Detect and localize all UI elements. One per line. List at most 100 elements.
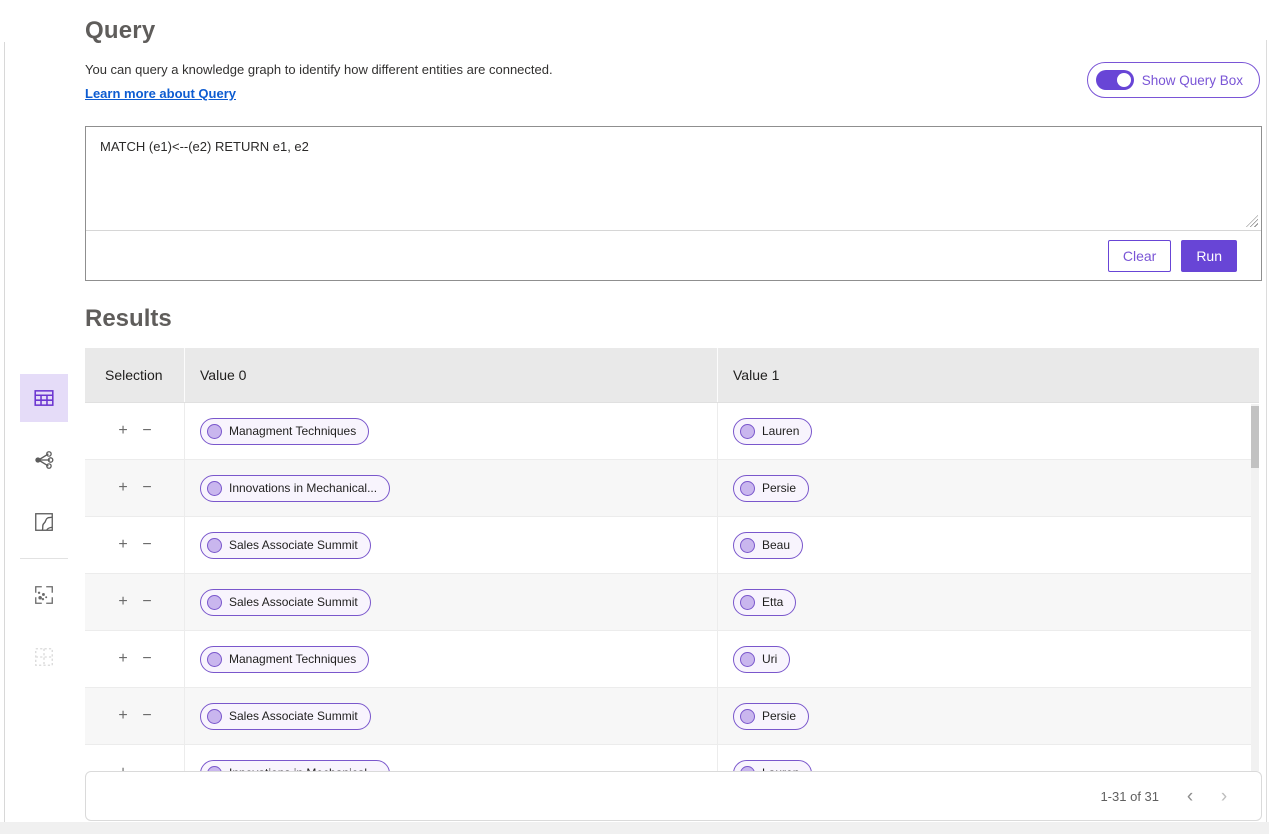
entity-chip[interactable]: Innovations in Mechanical...: [200, 760, 390, 772]
column-header-selection[interactable]: Selection: [85, 348, 185, 402]
entity-chip[interactable]: Sales Associate Summit: [200, 589, 371, 616]
entity-chip[interactable]: Persie: [733, 475, 809, 502]
entity-chip[interactable]: Managment Techniques: [200, 418, 369, 445]
value1-cell: Etta: [718, 574, 1259, 630]
add-row-button[interactable]: +: [115, 651, 131, 667]
scatter-plot-icon: [33, 584, 55, 606]
entity-dot-icon: [207, 538, 222, 553]
left-panel-edge: [4, 42, 5, 834]
value1-cell: Beau: [718, 517, 1259, 573]
toggle-switch-icon[interactable]: [1096, 70, 1134, 90]
entity-chip[interactable]: Uri: [733, 646, 790, 673]
entity-chip-label: Sales Associate Summit: [229, 538, 358, 552]
add-row-button[interactable]: +: [115, 537, 131, 553]
graph-nodes-icon: [33, 449, 55, 471]
selection-cell: + −: [85, 403, 185, 459]
value0-cell: Managment Techniques: [185, 631, 718, 687]
add-row-button[interactable]: +: [115, 423, 131, 439]
remove-row-button[interactable]: −: [139, 651, 155, 667]
query-box: MATCH (e1)<--(e2) RETURN e1, e2 Clear Ru…: [85, 126, 1262, 281]
query-description: You can query a knowledge graph to ident…: [85, 62, 553, 77]
bottom-strip: [0, 822, 1269, 834]
entity-chip-label: Sales Associate Summit: [229, 709, 358, 723]
entity-dot-icon: [207, 424, 222, 439]
entity-chip-label: Innovations in Mechanical...: [229, 481, 377, 495]
table-row: + − Managment Techniques Lauren: [85, 403, 1259, 460]
entity-chip[interactable]: Innovations in Mechanical...: [200, 475, 390, 502]
table-row: + − Sales Associate Summit Beau: [85, 517, 1259, 574]
value0-cell: Sales Associate Summit: [185, 574, 718, 630]
entity-dot-icon: [740, 538, 755, 553]
map-icon: [33, 511, 55, 533]
remove-row-button[interactable]: −: [139, 480, 155, 496]
entity-dot-icon: [207, 481, 222, 496]
selection-cell: + −: [85, 688, 185, 744]
rail-divider: [20, 558, 68, 559]
table-row: + − Innovations in Mechanical... Persie: [85, 460, 1259, 517]
entity-chip[interactable]: Sales Associate Summit: [200, 532, 371, 559]
remove-row-button[interactable]: −: [139, 423, 155, 439]
value0-cell: Sales Associate Summit: [185, 688, 718, 744]
value0-cell: Innovations in Mechanical...: [185, 460, 718, 516]
entity-chip-label: Persie: [762, 709, 796, 723]
remove-row-button[interactable]: −: [139, 537, 155, 553]
next-page-button[interactable]: ›: [1207, 787, 1241, 806]
table-icon: [33, 387, 55, 409]
value1-cell: Lauren: [718, 745, 1259, 771]
entity-chip-label: Persie: [762, 481, 796, 495]
value1-cell: Persie: [718, 688, 1259, 744]
previous-page-button[interactable]: ‹: [1173, 787, 1207, 806]
toggle-label: Show Query Box: [1142, 73, 1243, 88]
query-input[interactable]: MATCH (e1)<--(e2) RETURN e1, e2: [86, 127, 1261, 230]
dashed-grid-icon: [33, 646, 55, 668]
entity-chip[interactable]: Lauren: [733, 760, 812, 772]
entity-chip[interactable]: Managment Techniques: [200, 646, 369, 673]
entity-chip-label: Uri: [762, 652, 777, 666]
entity-chip-label: Etta: [762, 595, 783, 609]
value0-cell: Innovations in Mechanical...: [185, 745, 718, 771]
table-row: + − Sales Associate Summit Etta: [85, 574, 1259, 631]
remove-row-button[interactable]: −: [139, 708, 155, 724]
value0-cell: Managment Techniques: [185, 403, 718, 459]
table-view-button[interactable]: [20, 374, 68, 422]
map-view-button[interactable]: [20, 498, 68, 546]
entity-chip-label: Beau: [762, 538, 790, 552]
pagination-bar: 1-31 of 31 ‹ ›: [85, 771, 1262, 821]
selection-cell: + −: [85, 574, 185, 630]
selection-cell: + −: [85, 517, 185, 573]
view-rail: [20, 374, 68, 682]
add-row-button[interactable]: +: [115, 708, 131, 724]
extra-view-button-disabled: [20, 633, 68, 681]
run-button[interactable]: Run: [1181, 240, 1237, 272]
entity-chip[interactable]: Sales Associate Summit: [200, 703, 371, 730]
query-actions: Clear Run: [86, 231, 1261, 280]
column-header-value0[interactable]: Value 0: [185, 348, 718, 402]
page-title: Query: [85, 17, 155, 45]
plot-view-button[interactable]: [20, 571, 68, 619]
results-title: Results: [85, 305, 172, 333]
show-query-box-toggle[interactable]: Show Query Box: [1087, 62, 1260, 98]
entity-dot-icon: [207, 652, 222, 667]
add-row-button[interactable]: +: [115, 594, 131, 610]
remove-row-button[interactable]: −: [139, 594, 155, 610]
entity-chip[interactable]: Persie: [733, 703, 809, 730]
selection-cell: + −: [85, 745, 185, 771]
entity-chip[interactable]: Etta: [733, 589, 796, 616]
scrollbar-thumb[interactable]: [1251, 406, 1259, 468]
value1-cell: Lauren: [718, 403, 1259, 459]
graph-view-button[interactable]: [20, 436, 68, 484]
table-scrollbar[interactable]: [1251, 404, 1259, 771]
clear-button[interactable]: Clear: [1108, 240, 1171, 272]
table-row: + − Managment Techniques Uri: [85, 631, 1259, 688]
page-range-label: 1-31 of 31: [1100, 789, 1159, 804]
selection-cell: + −: [85, 460, 185, 516]
value1-cell: Persie: [718, 460, 1259, 516]
entity-chip[interactable]: Beau: [733, 532, 803, 559]
value1-cell: Uri: [718, 631, 1259, 687]
table-row: + − Innovations in Mechanical... Lauren: [85, 745, 1259, 771]
entity-chip[interactable]: Lauren: [733, 418, 812, 445]
query-textarea-wrap: MATCH (e1)<--(e2) RETURN e1, e2: [86, 127, 1261, 231]
add-row-button[interactable]: +: [115, 480, 131, 496]
learn-more-link[interactable]: Learn more about Query: [85, 86, 236, 101]
column-header-value1[interactable]: Value 1: [718, 348, 1259, 402]
